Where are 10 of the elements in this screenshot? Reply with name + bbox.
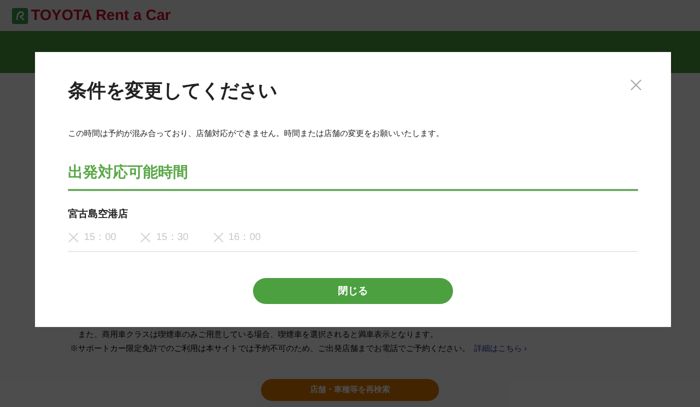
note-text: また、商用車クラスは喫煙車のみご用意している場合、喫煙車を選択されると満車表示となります。 [78,329,438,341]
brand-name: TOYOTA Rent a Car [31,8,171,23]
close-button[interactable]: 閉じる [253,278,453,304]
details-link[interactable]: 詳細はこちら › [474,342,527,356]
close-icon[interactable] [629,78,643,92]
store-name: 宮古島空港店 [68,207,129,222]
section-title: 出発対応可能時間 [68,162,638,191]
modal-message: この時間は予約が混み合っており、店舗対応ができません。時間または店舗の変更をお願いいたします。 [68,128,445,140]
modal-title: 条件を変更してください [68,80,277,104]
note-text: ※サポートカー限定免許でのご利用は本サイトでは予約不可のため、ご出発店舗までお電話でご予約ください。 [70,343,470,355]
